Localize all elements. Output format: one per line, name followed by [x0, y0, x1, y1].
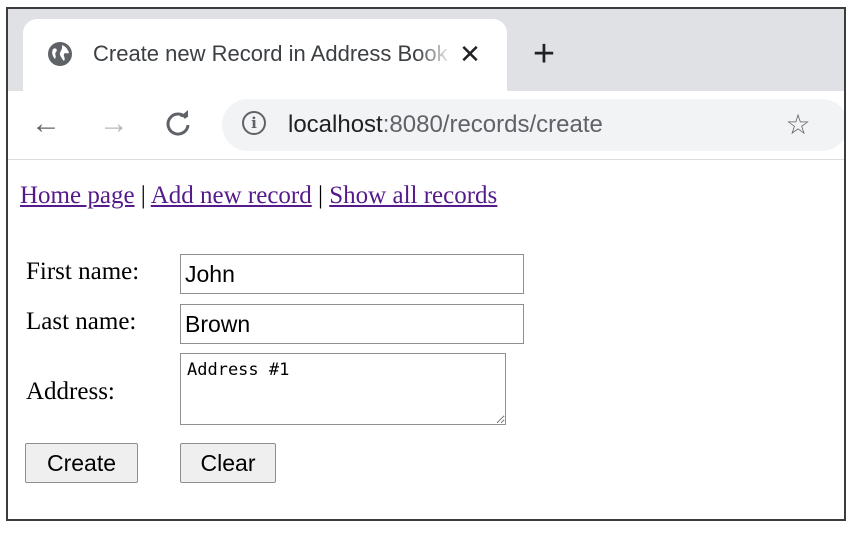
- forward-arrow-icon[interactable]: →: [96, 106, 132, 142]
- back-arrow-icon[interactable]: ←: [28, 106, 64, 142]
- nav-separator: |: [140, 182, 146, 209]
- url-path: :8080/records/create: [382, 111, 603, 138]
- browser-window: Create new Record in Address Book ✕ + ← …: [6, 7, 846, 521]
- nav-links: Home page | Add new record | Show all re…: [20, 180, 497, 212]
- first-name-label: First name:: [26, 258, 140, 285]
- tab-title: Create new Record in Address Book: [93, 41, 448, 66]
- browser-toolbar: ← → i localhost:8080/records/create ☆: [8, 91, 844, 160]
- tab-strip: Create new Record in Address Book ✕ +: [8, 9, 844, 91]
- address-bar[interactable]: i localhost:8080/records/create ☆: [222, 99, 844, 151]
- address-label: Address:: [26, 378, 115, 405]
- url-host: localhost: [288, 111, 383, 138]
- info-icon[interactable]: i: [242, 111, 266, 135]
- tab-active[interactable]: Create new Record in Address Book ✕: [23, 19, 507, 91]
- last-name-input[interactable]: [180, 304, 524, 344]
- page-content: Home page | Add new record | Show all re…: [8, 160, 844, 519]
- close-icon[interactable]: ✕: [455, 39, 485, 69]
- reload-glyph: [166, 110, 190, 136]
- address-textarea[interactable]: Address #1: [180, 353, 506, 425]
- url-text[interactable]: localhost:8080/records/create: [288, 109, 603, 141]
- first-name-input[interactable]: [180, 254, 524, 294]
- show-records-link[interactable]: Show all records: [329, 182, 497, 209]
- star-icon[interactable]: ☆: [782, 109, 814, 141]
- clear-button[interactable]: Clear: [180, 443, 276, 483]
- home-page-link[interactable]: Home page: [20, 182, 135, 209]
- nav-separator: |: [318, 182, 324, 209]
- reload-icon[interactable]: [160, 106, 196, 142]
- add-record-link[interactable]: Add new record: [151, 182, 312, 209]
- globe-icon: [48, 42, 72, 66]
- create-button[interactable]: Create: [25, 443, 138, 483]
- last-name-label: Last name:: [26, 308, 137, 335]
- new-tab-button[interactable]: +: [524, 35, 564, 75]
